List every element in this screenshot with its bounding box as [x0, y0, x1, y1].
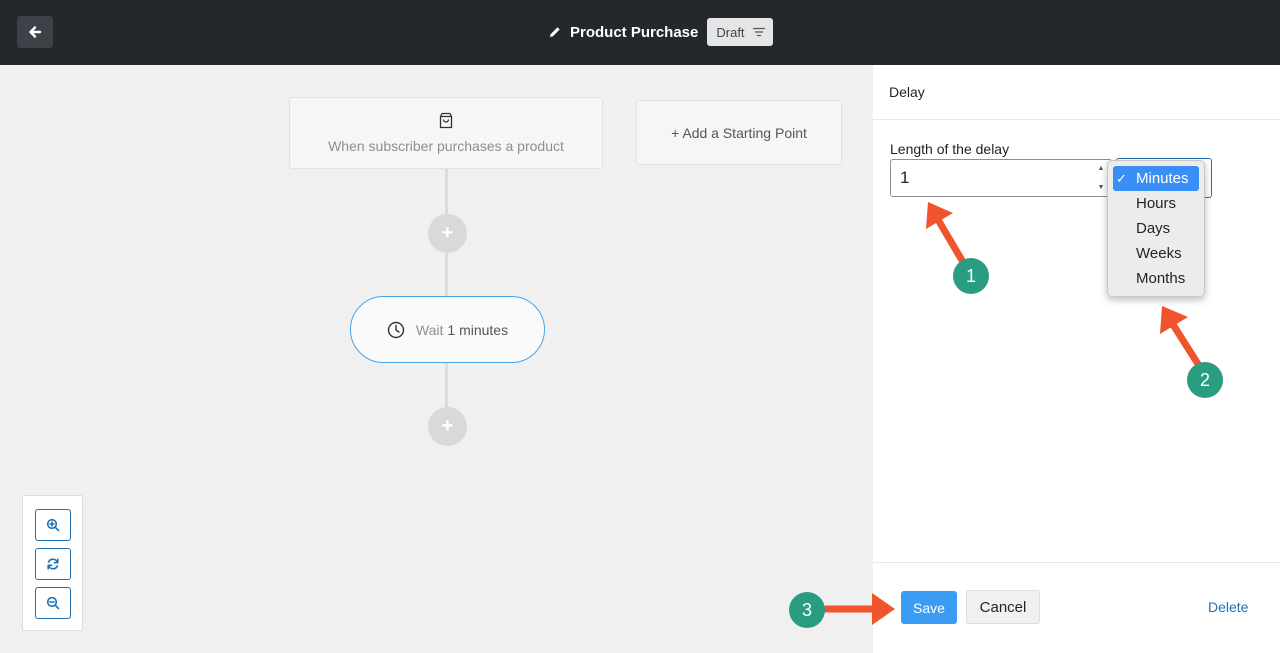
filter-lines-icon [752, 27, 765, 37]
wait-step-node[interactable]: Wait 1 minutes [350, 296, 545, 363]
zoom-out-button[interactable] [35, 587, 71, 619]
step-badge-2: 2 [1187, 362, 1223, 398]
panel-footer: Save Cancel Delete [873, 562, 1280, 653]
reset-zoom-button[interactable] [35, 548, 71, 580]
connector-line [445, 363, 448, 408]
add-step-button[interactable]: + [428, 214, 467, 253]
workflow-canvas: When subscriber purchases a product + Ad… [0, 65, 873, 653]
arrow-left-icon [29, 26, 42, 38]
delete-link[interactable]: Delete [1208, 599, 1248, 615]
delay-length-label: Length of the delay [890, 141, 1010, 157]
connector-line [445, 169, 448, 215]
pencil-icon [550, 27, 560, 37]
unit-option-minutes[interactable]: ✓ Minutes [1113, 166, 1199, 191]
status-dropdown[interactable]: Draft [707, 18, 773, 46]
cancel-button[interactable]: Cancel [966, 590, 1040, 624]
zoom-out-icon [46, 596, 60, 610]
delay-unit-dropdown: ✓ Minutes Hours Days Weeks Months [1107, 160, 1205, 297]
unit-option-label: Minutes [1136, 170, 1189, 187]
unit-option-months[interactable]: Months [1113, 266, 1199, 291]
step-badge-3: 3 [789, 592, 825, 628]
connector-line [445, 253, 448, 296]
automation-title-text: Product Purchase [570, 23, 699, 41]
unit-option-weeks[interactable]: Weeks [1113, 241, 1199, 266]
save-button[interactable]: Save [901, 591, 957, 624]
panel-title: Delay [873, 65, 1280, 120]
wait-label: Wait [415, 321, 444, 338]
refresh-icon [47, 558, 59, 570]
zoom-controls [22, 495, 83, 631]
delay-length-input[interactable]: 1 ▲ ▼ [890, 159, 1112, 197]
unit-option-days[interactable]: Days [1113, 216, 1199, 241]
step-badge-1: 1 [953, 258, 989, 294]
zoom-in-button[interactable] [35, 509, 71, 541]
status-chip-label: Draft [716, 24, 745, 40]
shopping-bag-icon [439, 112, 453, 129]
unit-option-hours[interactable]: Hours [1113, 191, 1199, 216]
add-step-button[interactable]: + [428, 407, 467, 446]
checkmark-icon: ✓ [1116, 171, 1127, 186]
clock-icon [387, 321, 405, 338]
delay-length-value: 1 [900, 168, 910, 187]
number-stepper[interactable]: ▲ ▼ [1096, 165, 1106, 191]
delay-settings-panel: Delay Length of the delay 1 ▲ ▼ ✓ Minute… [873, 65, 1280, 653]
stepper-down-icon[interactable]: ▼ [1098, 184, 1105, 191]
top-bar: Product Purchase Draft [0, 0, 1280, 65]
trigger-text: When subscriber purchases a product [328, 138, 564, 154]
stepper-up-icon[interactable]: ▲ [1098, 165, 1105, 172]
add-starting-point-button[interactable]: + Add a Starting Point [636, 100, 842, 165]
wait-value: 1 minutes [447, 321, 509, 338]
back-button[interactable] [17, 16, 53, 48]
trigger-node[interactable]: When subscriber purchases a product [289, 97, 603, 169]
automation-title[interactable]: Product Purchase Draft [548, 18, 773, 46]
zoom-in-icon [46, 518, 60, 532]
